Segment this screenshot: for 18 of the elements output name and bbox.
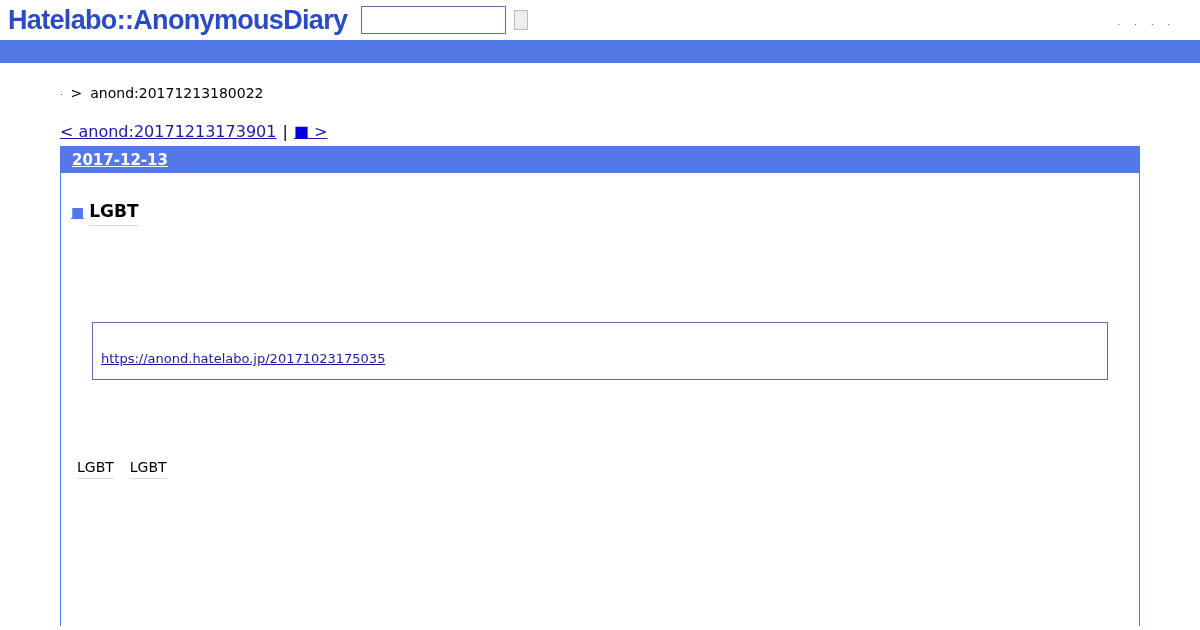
site-logo[interactable]: Hatelabo::AnonymousDiary xyxy=(8,0,348,41)
breadcrumb-separator: > xyxy=(70,83,83,103)
tag-link[interactable]: LGBT xyxy=(77,456,114,479)
prev-link[interactable]: < anond:20171213173901 xyxy=(60,120,277,144)
entry-title: LGBT xyxy=(89,199,139,226)
entry-link-icon[interactable]: ■ xyxy=(71,201,85,223)
pager-divider: | xyxy=(282,121,288,143)
search-field[interactable] xyxy=(361,6,507,34)
nav-link[interactable]: . xyxy=(1150,17,1154,29)
home-link[interactable]: . xyxy=(60,87,63,99)
breadcrumb-current: anond:20171213180022 xyxy=(90,83,264,103)
tag-link[interactable]: LGBT xyxy=(129,456,167,479)
nav-link[interactable]: . xyxy=(1167,17,1170,29)
nav-link[interactable]: . xyxy=(1134,17,1137,29)
date-link[interactable]: 2017-12-13 xyxy=(72,148,168,172)
nav-link[interactable]: . xyxy=(1117,17,1121,29)
quote-link[interactable]: https://anond.hatelabo.jp/20171023175035 xyxy=(101,349,386,369)
next-link[interactable]: ■ > xyxy=(293,120,328,144)
